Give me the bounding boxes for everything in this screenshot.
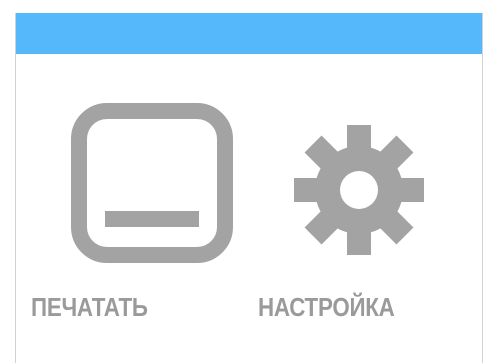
gear-icon — [294, 125, 424, 255]
print-icon — [71, 103, 233, 263]
print-label: ПЕЧАТАТЬ — [31, 292, 148, 322]
main-menu-panel: ПЕЧАТАТЬ НАСТРОЙКА — [15, 13, 483, 363]
settings-label: НАСТРОЙКА — [258, 292, 395, 322]
print-menu-item[interactable]: ПЕЧАТАТЬ — [16, 13, 250, 363]
app-window: ПЕЧАТАТЬ НАСТРОЙКА — [0, 0, 498, 363]
settings-menu-item[interactable]: НАСТРОЙКА — [250, 13, 484, 363]
